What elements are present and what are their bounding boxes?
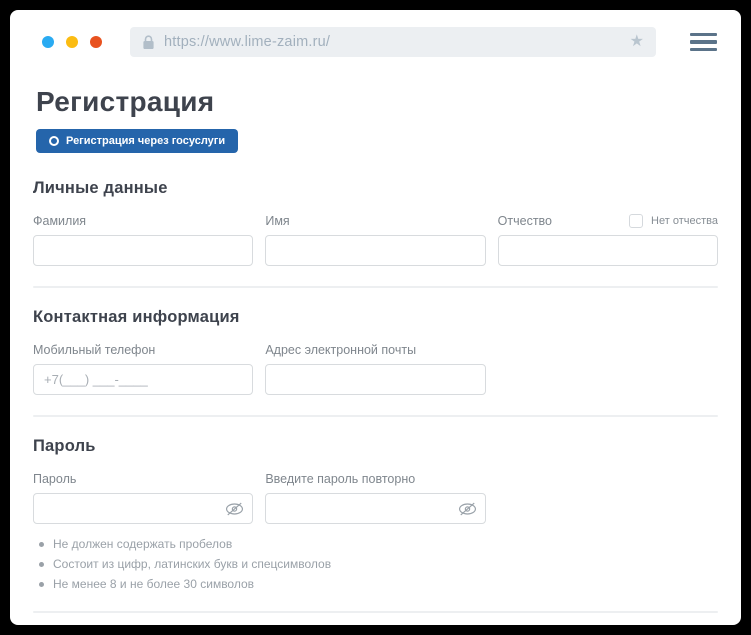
section-divider [33, 611, 718, 613]
bullet-icon [39, 541, 44, 547]
section-password: Пароль Пароль Введите пароль повторно Не… [33, 437, 718, 613]
password-repeat-input[interactable] [265, 493, 486, 524]
url-text: https://www.lime-zaim.ru/ [164, 34, 331, 50]
password-label: Пароль [33, 471, 77, 486]
phone-input[interactable] [33, 364, 254, 395]
password-repeat-field-group: Введите пароль повторно [265, 471, 486, 524]
registration-form: Регистрация Регистрация через госуслуги … [10, 86, 741, 625]
gosuslugi-register-button[interactable]: Регистрация через госуслуги [36, 129, 239, 153]
page-title: Регистрация [36, 86, 215, 117]
browser-window: https://www.lime-zaim.ru/ ★ Регистрация … [10, 10, 741, 625]
bullet-icon [39, 581, 44, 587]
email-label: Адрес электронной почты [265, 342, 417, 357]
password-input[interactable] [33, 493, 254, 524]
password-rule-text: Не менее 8 и не более 30 символов [53, 577, 255, 591]
contact-info-heading: Контактная информация [33, 308, 240, 326]
section-divider [33, 415, 718, 417]
eye-slash-icon [226, 502, 244, 515]
window-dot-blue [42, 36, 54, 48]
gosuslugi-circle-icon [49, 136, 59, 146]
window-dot-red [90, 36, 102, 48]
personal-data-heading: Личные данные [33, 179, 168, 197]
no-patronymic-label: Нет отчества [651, 214, 718, 227]
no-patronymic-checkbox-wrap[interactable]: Нет отчества [629, 213, 718, 228]
email-field-group: Адрес электронной почты [265, 342, 486, 395]
browser-toolbar: https://www.lime-zaim.ru/ ★ [10, 10, 741, 57]
lock-icon [142, 34, 155, 50]
phone-label: Мобильный телефон [33, 342, 156, 357]
section-personal-data: Личные данные Фамилия Имя Отчество Нет о… [33, 179, 718, 288]
toggle-password-repeat-visibility-button[interactable] [458, 501, 477, 516]
menu-icon[interactable] [690, 32, 717, 52]
password-rule-item: Состоит из цифр, латинских букв и спецси… [33, 557, 718, 571]
lastname-input[interactable] [33, 235, 254, 266]
section-contact-info: Контактная информация Мобильный телефон … [33, 308, 718, 417]
lastname-field-group: Фамилия [33, 213, 254, 266]
window-controls [42, 36, 102, 48]
email-input[interactable] [265, 364, 486, 395]
password-rule-item: Не менее 8 и не более 30 символов [33, 577, 718, 591]
toggle-password-visibility-button[interactable] [225, 501, 244, 516]
window-dot-yellow [66, 36, 78, 48]
password-rule-item: Не должен содержать пробелов [33, 537, 718, 551]
lastname-label: Фамилия [33, 213, 87, 228]
patronymic-input[interactable] [497, 235, 718, 266]
firstname-input[interactable] [265, 235, 486, 266]
bookmark-star-icon[interactable]: ★ [630, 34, 644, 50]
password-rule-text: Не должен содержать пробелов [53, 537, 233, 551]
firstname-field-group: Имя [265, 213, 486, 266]
password-rules-list: Не должен содержать пробелов Состоит из … [33, 537, 718, 591]
gosuslugi-button-label: Регистрация через госуслуги [66, 135, 226, 147]
address-bar[interactable]: https://www.lime-zaim.ru/ ★ [130, 27, 656, 57]
firstname-label: Имя [265, 213, 290, 228]
bullet-icon [39, 561, 44, 567]
password-field-group: Пароль [33, 471, 254, 524]
patronymic-label: Отчество [497, 213, 552, 228]
phone-field-group: Мобильный телефон [33, 342, 254, 395]
eye-slash-icon [458, 502, 476, 515]
password-rule-text: Состоит из цифр, латинских букв и спецси… [53, 557, 332, 571]
password-heading: Пароль [33, 437, 96, 455]
no-patronymic-checkbox[interactable] [629, 213, 644, 228]
password-repeat-label: Введите пароль повторно [265, 471, 416, 486]
patronymic-field-group: Отчество Нет отчества [497, 213, 718, 266]
section-divider [33, 286, 718, 288]
